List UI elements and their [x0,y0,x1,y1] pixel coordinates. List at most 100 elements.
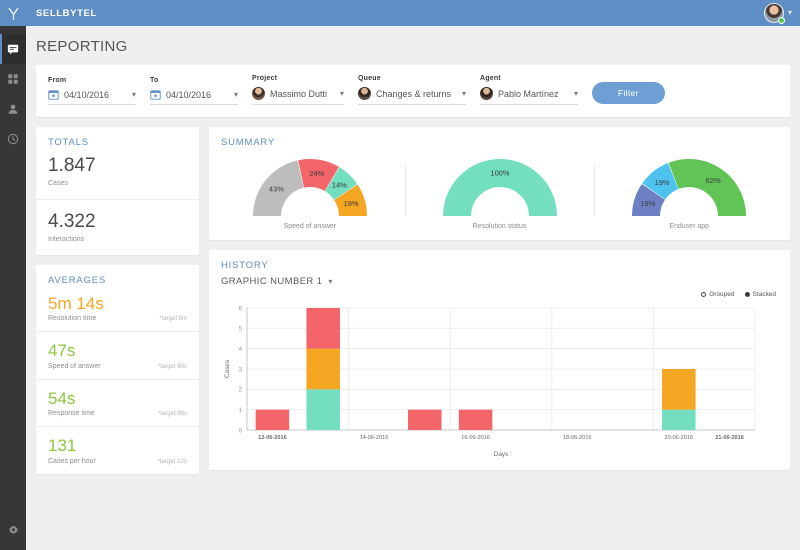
legend-stacked[interactable]: Stacked [744,291,776,298]
content-area: From 04/10/2016 ▾ To 04/10/2016 ▾ Projec… [26,65,800,484]
filter-agent-value: Pablo Martínez [498,88,559,99]
sidebar-item-history[interactable] [0,124,26,154]
totals-item: 1.847 Cases [36,152,199,199]
averages-item: 47s Speed of answer *target 60s [36,331,199,379]
chevron-down-icon[interactable]: ▾ [328,277,332,286]
averages-label: Response time [48,410,95,418]
averages-target: *target 60s [157,411,187,418]
totals-value: 1.847 [48,155,96,176]
gauge-speed-of-answer: 43% 24% 14% 19% Speed of answer [215,156,405,230]
svg-text:19%: 19% [655,178,670,187]
right-column: SUMMARY 43% 24% 14% 19% Speed of answer 100… [209,127,790,470]
topbar-user-menu[interactable]: ▾ [763,3,792,24]
svg-text:12-06-2016: 12-06-2016 [258,435,287,441]
grid-icon [8,74,18,84]
main-area: SELLBYTEL ▾ REPORTING From 04/10/2016 ▾ … [26,0,800,550]
history-graphic-label: GRAPHIC NUMBER 1 [221,276,323,287]
avatar-icon [252,87,265,100]
gauge-label: Resolution status [472,223,527,230]
history-card: HISTORY GRAPHIC NUMBER 1 ▾ Grouped Stack… [209,250,790,470]
calendar-icon [48,90,59,100]
filter-to-label: To [150,77,159,84]
averages-target: *target 5m [159,316,187,323]
app-logo[interactable] [0,0,26,26]
averages-target: *target 60s [157,363,187,370]
svg-text:24%: 24% [309,169,324,178]
summary-title: SUMMARY [221,137,275,148]
svg-text:4: 4 [239,347,243,353]
filter-from: From 04/10/2016 ▾ [48,77,136,105]
history-graphic-selector[interactable]: GRAPHIC NUMBER 1 ▾ [221,276,333,287]
svg-text:3: 3 [239,367,243,373]
avatar[interactable] [763,3,785,24]
chevron-down-icon[interactable]: ▾ [788,9,792,17]
chevron-down-icon[interactable]: ▾ [574,89,578,98]
svg-text:Days: Days [494,451,509,458]
averages-value: 47s [48,341,76,361]
filter-submit-button[interactable]: Filter [592,82,665,104]
averages-target: *target 100 [157,458,187,465]
svg-text:62%: 62% [706,176,721,185]
totals-card: TOTALS 1.847 Cases 4.322 Interactions [36,127,199,255]
svg-text:20-06-2016: 20-06-2016 [664,435,693,441]
calendar-icon [150,90,161,100]
summary-gauges: 43% 24% 14% 19% Speed of answer 100% Resolu… [209,152,790,240]
gauge-chart: 19% 19% 62% [630,156,748,218]
filter-to-control[interactable]: 04/10/2016 ▾ [150,89,238,105]
history-title: HISTORY [221,260,269,271]
left-column: TOTALS 1.847 Cases 4.322 Interactions AV… [36,127,199,474]
chat-icon [7,44,19,55]
avatar-icon [480,87,493,100]
filter-agent-control[interactable]: Pablo Martínez ▾ [480,87,578,105]
totals-label: Cases [48,179,68,187]
legend-grouped[interactable]: Grouped [701,291,735,298]
svg-text:5: 5 [239,327,243,333]
svg-text:2: 2 [239,388,243,394]
totals-value: 4.322 [48,210,96,232]
history-header: HISTORY GRAPHIC NUMBER 1 ▾ [209,250,790,289]
averages-label: Resolution time [48,315,97,323]
sidebar-item-dashboard[interactable] [0,64,26,94]
radio-icon[interactable] [744,292,750,297]
summary-card: SUMMARY 43% 24% 14% 19% Speed of answer 100… [209,127,790,240]
svg-text:14%: 14% [332,180,347,189]
avatar-icon [358,87,371,100]
svg-text:1: 1 [239,408,243,414]
person-icon [8,104,18,114]
filter-project-control[interactable]: Massimo Dutti ▾ [252,87,344,105]
sidebar-item-messages[interactable] [0,34,26,64]
filter-bar: From 04/10/2016 ▾ To 04/10/2016 ▾ Projec… [36,65,790,117]
filter-from-label: From [48,77,67,84]
online-status-dot [777,17,785,24]
chevron-down-icon[interactable]: ▾ [234,90,238,99]
gear-icon [8,525,18,534]
radio-icon[interactable] [701,292,707,297]
filter-to-value: 04/10/2016 [166,89,212,100]
filter-queue-control[interactable]: Changes & returns ▾ [358,87,466,105]
chevron-down-icon[interactable]: ▾ [462,89,466,98]
top-bar: SELLBYTEL ▾ [26,0,800,26]
totals-label: Interactions [48,235,85,243]
sidebar-item-contacts[interactable] [0,94,26,124]
svg-text:19%: 19% [641,199,656,208]
averages-item: 5m 14s Resolution time *target 5m [36,290,199,332]
totals-item: 4.322 Interactions [36,198,199,255]
filter-project-value: Massimo Dutti [270,88,328,99]
history-chart-wrap: 0 1 2 3 4 5 6 12-06-2016 14-06-2016 16-06-2016 18-… [209,298,790,470]
filter-from-control[interactable]: 04/10/2016 ▾ [48,89,136,105]
filter-queue: Queue Changes & returns ▾ [358,75,466,105]
chevron-down-icon[interactable]: ▾ [340,89,344,98]
svg-text:18-06-2016: 18-06-2016 [563,435,592,441]
totals-title: TOTALS [48,137,89,148]
averages-value: 131 [48,436,77,456]
svg-text:14-06-2016: 14-06-2016 [360,435,389,441]
dashboard-grid: TOTALS 1.847 Cases 4.322 Interactions AV… [36,127,790,474]
filter-project: Project Massimo Dutti ▾ [252,75,344,105]
averages-label: Cases per hour [48,457,96,465]
chevron-down-icon[interactable]: ▾ [132,90,136,99]
sidebar-item-settings[interactable] [0,510,26,550]
svg-text:21-06-2016: 21-06-2016 [715,435,744,441]
filter-to: To 04/10/2016 ▾ [150,77,238,105]
svg-text:43%: 43% [269,185,284,194]
chart-mode-legend: Grouped Stacked [209,289,790,298]
